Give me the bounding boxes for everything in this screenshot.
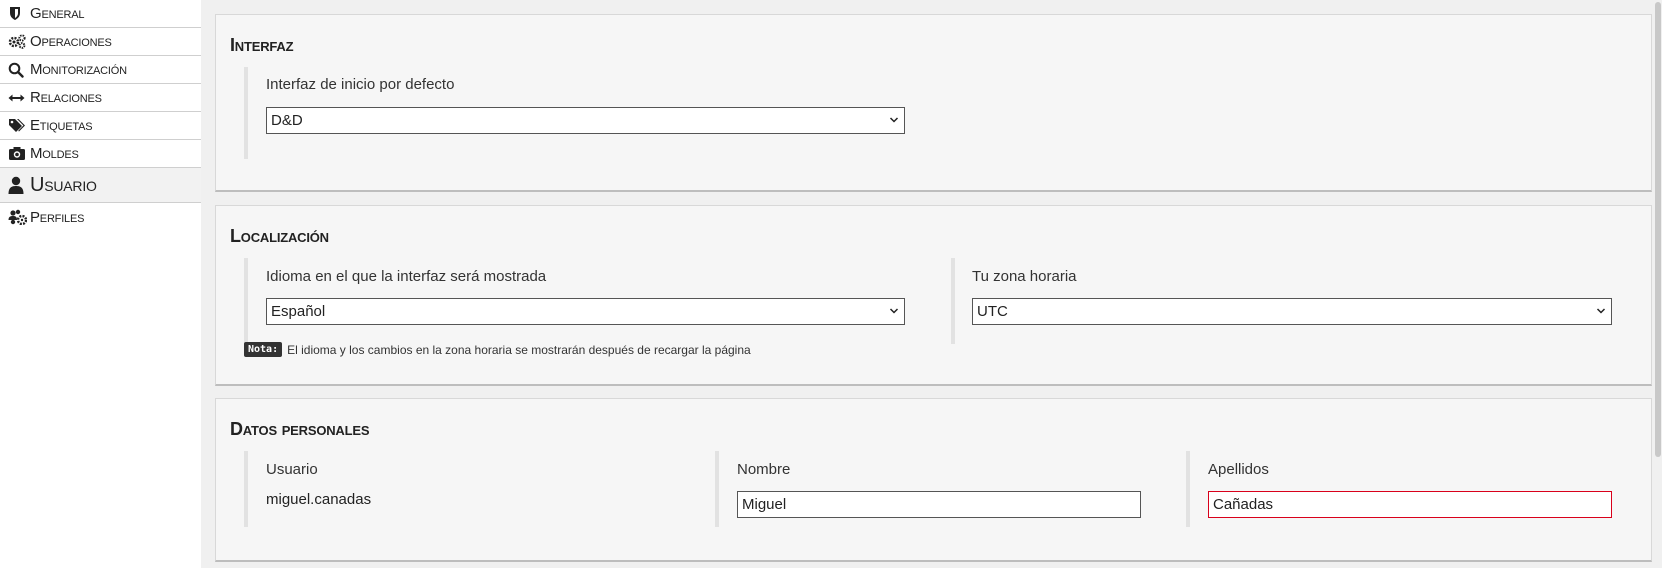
shield-icon: [8, 5, 30, 23]
sidebar-item-general[interactable]: General: [0, 0, 201, 28]
scrollbar-thumb[interactable]: [1655, 2, 1661, 457]
select-value: UTC: [977, 303, 1008, 320]
sidebar-item-operaciones[interactable]: Operaciones: [0, 28, 201, 56]
interfaz-panel: Interfaz Interfaz de inicio por defecto …: [215, 14, 1652, 192]
panel-title: Datos personales: [230, 419, 370, 439]
sidebar-item-label: Usuario: [30, 173, 97, 196]
reload-note: Nota: El idioma y los cambios en la zona…: [244, 342, 751, 357]
name-input[interactable]: Miguel: [737, 491, 1141, 518]
language-label: Idioma en el que la interfaz será mostra…: [266, 268, 547, 285]
localizacion-panel: Localización Idioma en el que la interfa…: [215, 205, 1652, 386]
name-label: Nombre: [737, 461, 791, 478]
sidebar-item-monitorizacion[interactable]: Monitorización: [0, 56, 201, 84]
sidebar-item-etiquetas[interactable]: Etiquetas: [0, 112, 201, 140]
username-value: miguel.canadas: [266, 491, 372, 508]
users-gear-icon: [8, 208, 30, 226]
field-group: [244, 67, 248, 159]
datos-personales-panel: Datos personales Usuario miguel.canadas …: [215, 398, 1652, 562]
note-text: El idioma y los cambios en la zona horar…: [287, 342, 751, 357]
field-group: [244, 451, 248, 527]
select-value: Español: [271, 303, 326, 320]
select-value: D&D: [271, 112, 303, 129]
surname-input[interactable]: Cañadas: [1208, 491, 1612, 518]
field-group: [715, 451, 719, 527]
sidebar-item-moldes[interactable]: Moldes: [0, 140, 201, 168]
search-icon: [8, 61, 30, 79]
timezone-select[interactable]: UTC: [972, 298, 1612, 325]
username-label: Usuario: [266, 461, 318, 478]
input-value: Miguel: [742, 496, 787, 513]
user-icon: [8, 176, 30, 194]
panel-title: Localización: [230, 226, 329, 246]
sidebar-item-relaciones[interactable]: Relaciones: [0, 84, 201, 112]
language-select[interactable]: Español: [266, 298, 905, 325]
sidebar-item-label: Perfiles: [30, 208, 85, 226]
tags-icon: [8, 117, 30, 135]
sidebar-item-label: General: [30, 5, 85, 22]
field-group: [1186, 451, 1190, 527]
start-interface-label: Interfaz de inicio por defecto: [266, 76, 455, 93]
sidebar-item-usuario[interactable]: Usuario: [0, 168, 201, 203]
main-content: Interfaz Interfaz de inicio por defecto …: [201, 0, 1662, 568]
chevron-down-icon: [1596, 308, 1606, 314]
sidebar-item-perfiles[interactable]: Perfiles: [0, 203, 201, 231]
timezone-label: Tu zona horaria: [972, 268, 1077, 285]
surname-label: Apellidos: [1208, 461, 1269, 478]
field-group: [951, 258, 955, 344]
note-tag: Nota:: [244, 342, 283, 357]
start-interface-select[interactable]: D&D: [266, 107, 905, 134]
gears-icon: [8, 33, 30, 51]
sidebar-item-label: Relaciones: [30, 89, 102, 106]
sidebar-item-label: Etiquetas: [30, 117, 93, 134]
sidebar: General Operaciones Monitorización Relac…: [0, 0, 201, 568]
panel-title: Interfaz: [230, 35, 294, 55]
camera-icon: [8, 145, 30, 163]
chevron-down-icon: [889, 308, 899, 314]
input-value: Cañadas: [1213, 496, 1274, 513]
sidebar-item-label: Operaciones: [30, 33, 112, 50]
field-group: [244, 258, 248, 344]
chevron-down-icon: [889, 117, 899, 123]
double-arrow-icon: [8, 89, 30, 107]
scrollbar[interactable]: [1654, 0, 1662, 568]
sidebar-item-label: Monitorización: [30, 61, 127, 78]
sidebar-item-label: Moldes: [30, 145, 79, 162]
